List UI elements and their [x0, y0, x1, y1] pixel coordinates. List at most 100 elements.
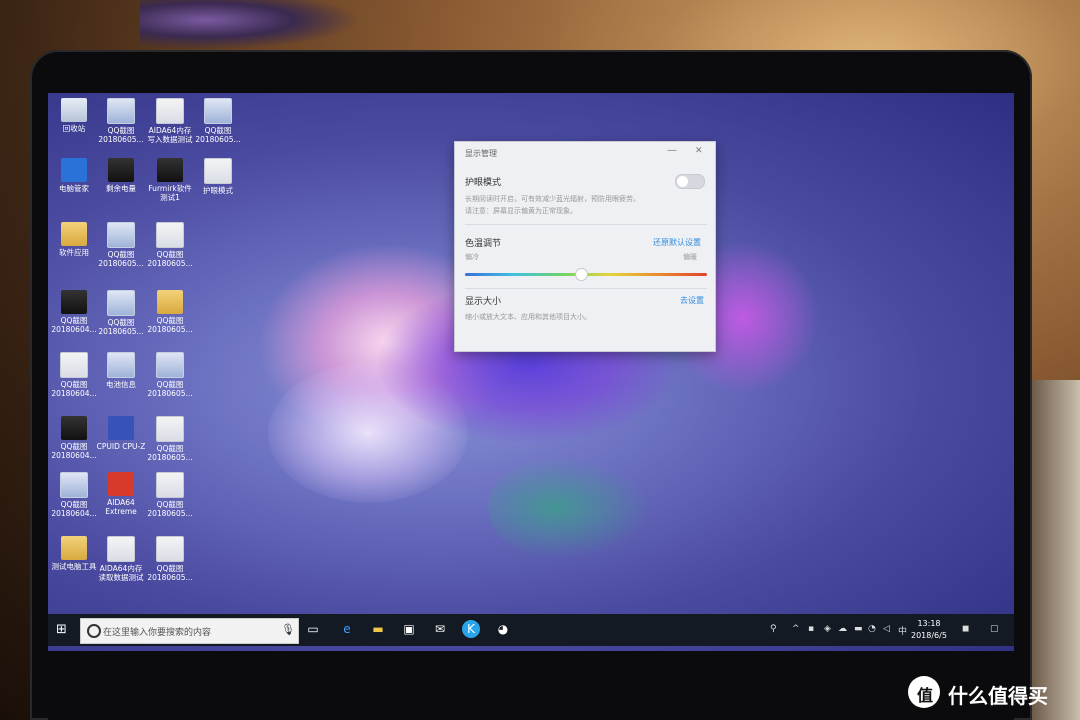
bin-icon — [61, 98, 87, 122]
cold-label: 偏冷 — [465, 253, 479, 261]
desktop-icon[interactable]: QQ截图 20180605... — [95, 98, 147, 144]
eye-mode-desc-1: 长期阅读时开启，可有效减少蓝光辐射，预防用眼疲劳。 — [465, 195, 640, 203]
background-flowers — [140, 0, 360, 50]
color-temp-slider-knob[interactable] — [575, 268, 589, 281]
photos-app-icon[interactable]: ◕ — [494, 620, 512, 638]
people-icon[interactable]: ⚲ — [770, 624, 777, 634]
desktop-icon[interactable]: QQ截图 20180605... — [95, 222, 147, 268]
mail-icon[interactable]: ✉ — [431, 620, 449, 638]
watermark-logo: 值 — [908, 676, 940, 708]
desktop-icon[interactable]: AIDA64内存 读取数据测试 — [95, 536, 147, 582]
store-icon[interactable]: ▣ — [400, 620, 418, 638]
eye-mode-title: 护眼模式 — [465, 178, 502, 188]
desktop-icon[interactable]: QQ截图 20180605... — [144, 416, 196, 462]
windows-icon[interactable]: ⊞ — [56, 622, 67, 637]
wifi-icon[interactable]: ◔ — [868, 624, 876, 634]
aida-icon — [108, 472, 134, 496]
system-clock[interactable]: 13:18 2018/6/5 — [911, 618, 947, 642]
desktop-icon[interactable]: AIDA64 Extreme — [95, 472, 147, 516]
tray-app-icon[interactable]: ◼ — [962, 624, 969, 634]
desktop-icon-label: QQ截图 20180605... — [98, 318, 144, 336]
desktop-icon[interactable]: QQ截图 20180604... — [48, 416, 100, 460]
desktop-icon[interactable]: 电池信息 — [95, 352, 147, 389]
doc-icon — [156, 472, 184, 498]
cloud-icon[interactable]: ☁ — [838, 624, 847, 634]
wallpaper-stem — [488, 453, 658, 563]
shot-icon — [60, 472, 88, 498]
doc-icon — [156, 222, 184, 248]
desktop-icon-label: QQ截图 20180605... — [147, 564, 193, 582]
doc-icon — [204, 158, 232, 184]
reset-default-link[interactable]: 还原默认设置 — [653, 237, 701, 248]
clock-date: 2018/6/5 — [911, 631, 947, 640]
desktop-icon[interactable]: QQ截图 20180605... — [144, 222, 196, 268]
file-explorer-icon[interactable]: ▬ — [369, 620, 387, 638]
desktop-icon[interactable]: QQ截图 20180605... — [144, 290, 196, 334]
close-icon[interactable]: ✕ — [695, 146, 703, 156]
desktop-icon[interactable]: QQ截图 20180605... — [144, 536, 196, 582]
desktop-icon[interactable]: QQ截图 20180605... — [192, 98, 244, 144]
desktop-icon-label: CPUID CPU-Z — [96, 442, 146, 451]
cpu-icon — [108, 416, 134, 440]
desktop-icon[interactable]: QQ截图 20180604... — [48, 352, 100, 398]
search-placeholder: 在这里输入你要搜索的内容 — [103, 628, 212, 638]
desktop-icon[interactable]: 回收站 — [48, 98, 100, 133]
desktop-icon-label: AIDA64内存 写入数据测试 — [147, 126, 193, 144]
desktop-icon-label: AIDA64内存 读取数据测试 — [98, 564, 144, 582]
dark-icon — [61, 416, 87, 440]
desktop-icon[interactable]: QQ截图 20180605... — [144, 472, 196, 518]
desktop-icon[interactable]: Furmirk软件 测试1 — [144, 158, 196, 202]
desktop-icon-label: 回收站 — [62, 124, 86, 133]
cortana-icon — [87, 624, 101, 638]
shot-icon — [204, 98, 232, 124]
desktop-icon[interactable]: 剩余电量 — [95, 158, 147, 193]
tray-app-icon[interactable]: ▪ — [808, 624, 814, 634]
eye-mode-desc-2: 请注意：屏幕显示偏黄为正常现象。 — [465, 207, 577, 215]
desktop-icon[interactable]: 软件应用 — [48, 222, 100, 257]
desktop-icon-label: QQ截图 20180605... — [147, 444, 193, 462]
desktop-icon-label: QQ截图 20180604... — [51, 380, 97, 398]
desktop-icon-label: QQ截图 20180604... — [51, 442, 97, 460]
toggle-knob — [677, 176, 688, 187]
eye-mode-toggle[interactable] — [675, 174, 705, 189]
desktop-icon-label: QQ截图 20180604... — [51, 316, 97, 334]
dialog-title: 显示管理 — [465, 149, 497, 158]
security-shield-icon[interactable]: ◈ — [824, 624, 831, 634]
action-center-icon[interactable]: ▢ — [990, 624, 999, 634]
desktop-icon-label: 护眼模式 — [203, 186, 233, 195]
desktop-icon[interactable]: 电脑管家 — [48, 158, 100, 193]
shot-icon — [156, 352, 184, 378]
shot-icon — [107, 290, 135, 316]
task-view-icon[interactable]: ▭ — [304, 620, 322, 638]
desktop-icon-label: 电脑管家 — [59, 184, 89, 193]
shot-icon — [107, 352, 135, 378]
desktop-icon[interactable]: QQ截图 20180605... — [95, 290, 147, 336]
desktop-icon-label: QQ截图 20180605... — [147, 250, 193, 268]
folder-icon — [61, 536, 87, 560]
tray-app-icon[interactable]: ▬ — [854, 624, 863, 634]
minimize-icon[interactable]: — — [667, 145, 677, 156]
desktop-icon[interactable]: QQ截图 20180604... — [48, 472, 100, 518]
desktop-icon[interactable]: 测试电脑工具 — [48, 536, 100, 571]
doc-icon — [107, 536, 135, 562]
microphone-icon[interactable]: 🎙 — [281, 623, 295, 636]
show-hidden-icons-icon[interactable]: ^ — [792, 624, 800, 634]
app-k-icon[interactable]: K — [462, 620, 480, 638]
desktop-icon[interactable]: QQ截图 20180604... — [48, 290, 100, 334]
color-temp-title: 色温调节 — [465, 239, 502, 249]
desktop-icon[interactable]: AIDA64内存 写入数据测试 — [144, 98, 196, 144]
desktop-icon[interactable]: QQ截图 20180605... — [144, 352, 196, 398]
dark-icon — [61, 290, 87, 314]
volume-icon[interactable]: ◁ — [883, 624, 890, 634]
desktop-icon[interactable]: CPUID CPU-Z — [95, 416, 147, 451]
display-size-settings-link[interactable]: 去设置 — [680, 295, 704, 306]
desktop-icon-label: AIDA64 Extreme — [105, 498, 137, 516]
desktop-icon[interactable]: 护眼模式 — [192, 158, 244, 195]
input-method-indicator[interactable]: 中 — [898, 624, 907, 637]
display-size-desc: 缩小或放大文本、应用和其他项目大小。 — [465, 313, 591, 321]
display-size-title: 显示大小 — [465, 297, 502, 307]
search-input[interactable]: 在这里输入你要搜索的内容 🎙 — [80, 618, 299, 644]
desktop-icon-label: QQ截图 20180605... — [98, 126, 144, 144]
edge-icon[interactable]: e — [338, 620, 356, 638]
watermark-text: 什么值得买 — [948, 684, 1048, 708]
